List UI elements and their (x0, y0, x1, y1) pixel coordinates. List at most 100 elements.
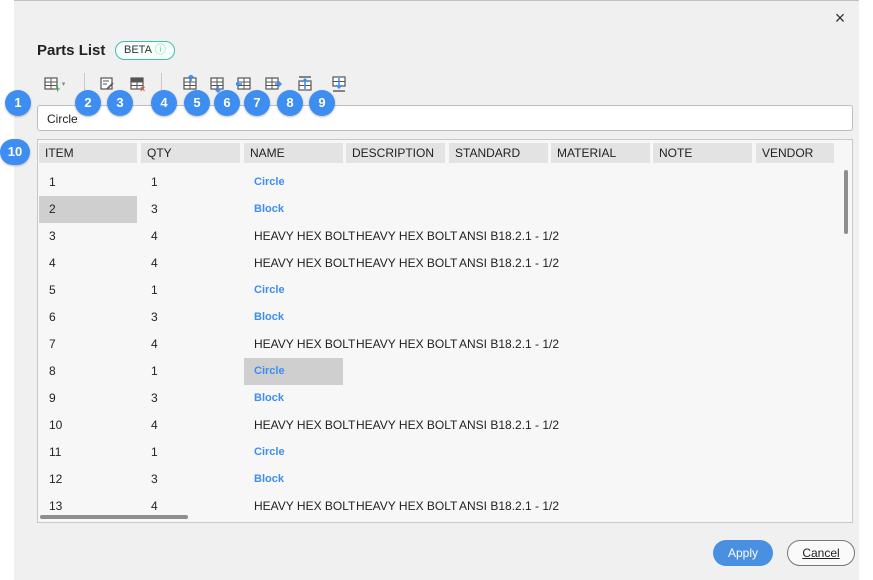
table-row[interactable]: 10 4 HEAVY HEX BOLT HEAVY HEX BOLT ANSI B18.… (38, 412, 838, 439)
cell-note[interactable] (653, 250, 752, 277)
cell-standard[interactable]: ANSI B18.2.1 - 1/2 (449, 412, 559, 439)
cell-material[interactable] (551, 304, 650, 331)
column-header-qty[interactable]: QTY (141, 143, 240, 163)
cell-material[interactable] (551, 412, 650, 439)
cell-vendor[interactable] (756, 331, 834, 358)
cell-description[interactable]: HEAVY HEX BOLT (346, 250, 457, 277)
cell-material[interactable] (551, 358, 650, 385)
cell-vendor[interactable] (756, 196, 834, 223)
cell-note[interactable] (653, 466, 752, 493)
cell-vendor[interactable] (756, 169, 834, 196)
cell-item[interactable]: 12 (39, 466, 137, 493)
cell-standard[interactable]: ANSI B18.2.1 - 1/2 (449, 331, 559, 358)
column-header-note[interactable]: NOTE (653, 143, 752, 163)
delete-table-button[interactable]: × (126, 73, 150, 95)
cell-material[interactable] (551, 277, 650, 304)
cell-note[interactable] (653, 358, 752, 385)
close-icon[interactable]: × (831, 9, 849, 27)
insert-table-button[interactable]: + ▾ (39, 73, 69, 95)
cell-item[interactable]: 1 (39, 169, 137, 196)
cell-note[interactable] (653, 196, 752, 223)
cell-standard[interactable] (449, 169, 548, 196)
cell-description[interactable] (346, 439, 445, 466)
cell-item[interactable]: 2 (39, 196, 137, 223)
cell-material[interactable] (551, 466, 650, 493)
cell-standard[interactable] (449, 466, 548, 493)
cell-qty[interactable]: 1 (141, 169, 240, 196)
cell-description[interactable] (346, 385, 445, 412)
cell-standard[interactable]: ANSI B18.2.1 - 1/2 (449, 250, 559, 277)
cell-vendor[interactable] (756, 358, 834, 385)
cell-note[interactable] (653, 412, 752, 439)
cell-material[interactable] (551, 439, 650, 466)
cell-qty[interactable]: 4 (141, 331, 240, 358)
cell-note[interactable] (653, 223, 752, 250)
cell-note[interactable] (653, 439, 752, 466)
horizontal-scroll-thumb[interactable] (40, 515, 188, 519)
cell-qty[interactable]: 1 (141, 277, 240, 304)
cell-description[interactable] (346, 304, 445, 331)
cell-qty[interactable]: 3 (141, 304, 240, 331)
cell-description[interactable] (346, 466, 445, 493)
cell-qty[interactable]: 3 (141, 466, 240, 493)
cell-qty[interactable]: 4 (141, 223, 240, 250)
table-row[interactable]: 2 3 Block (38, 196, 838, 223)
vertical-scroll-thumb[interactable] (844, 170, 848, 234)
column-header-description[interactable]: DESCRIPTION (346, 143, 445, 163)
table-row[interactable]: 1 1 Circle (38, 169, 838, 196)
cell-standard[interactable] (449, 304, 548, 331)
column-header-vendor[interactable]: VENDOR (756, 143, 834, 163)
cell-name[interactable]: HEAVY HEX BOLT (244, 331, 355, 358)
cell-description[interactable] (346, 277, 445, 304)
cell-name[interactable]: Block (244, 304, 343, 331)
cell-material[interactable] (551, 169, 650, 196)
cell-description[interactable]: HEAVY HEX BOLT (346, 223, 457, 250)
cell-item[interactable]: 4 (39, 250, 137, 277)
cell-standard[interactable] (449, 385, 548, 412)
cell-qty[interactable]: 3 (141, 196, 240, 223)
cell-item[interactable]: 6 (39, 304, 137, 331)
table-row[interactable]: 3 4 HEAVY HEX BOLT HEAVY HEX BOLT ANSI B18.2… (38, 223, 838, 250)
cell-name[interactable]: Circle (244, 358, 343, 385)
cell-name[interactable]: Block (244, 466, 343, 493)
cell-vendor[interactable] (756, 385, 834, 412)
cell-description[interactable] (346, 169, 445, 196)
cell-name[interactable]: HEAVY HEX BOLT (244, 412, 355, 439)
cell-note[interactable] (653, 331, 752, 358)
info-icon[interactable]: ⓘ (155, 44, 166, 56)
cell-vendor[interactable] (756, 412, 834, 439)
cell-standard[interactable] (449, 196, 548, 223)
cell-description[interactable] (346, 358, 445, 385)
table-row[interactable]: 5 1 Circle (38, 277, 838, 304)
cell-qty[interactable]: 3 (141, 385, 240, 412)
cell-note[interactable] (653, 277, 752, 304)
table-row[interactable]: 7 4 HEAVY HEX BOLT HEAVY HEX BOLT ANSI B18.2… (38, 331, 838, 358)
table-row[interactable]: 4 4 HEAVY HEX BOLT HEAVY HEX BOLT ANSI B18.2… (38, 250, 838, 277)
cell-vendor[interactable] (756, 223, 834, 250)
cell-standard[interactable]: ANSI B18.2.1 - 1/2 (449, 223, 559, 250)
table-row[interactable]: 6 3 Block (38, 304, 838, 331)
cell-vendor[interactable] (756, 466, 834, 493)
cell-standard[interactable] (449, 439, 548, 466)
cell-name[interactable]: Block (244, 385, 343, 412)
column-header-standard[interactable]: STANDARD (449, 143, 548, 163)
cell-name[interactable]: Circle (244, 439, 343, 466)
cell-note[interactable] (653, 304, 752, 331)
cell-note[interactable] (653, 385, 752, 412)
cell-description[interactable]: HEAVY HEX BOLT (346, 331, 457, 358)
vertical-scrollbar[interactable] (844, 168, 850, 518)
cancel-button[interactable]: Cancel (787, 540, 855, 566)
cell-vendor[interactable] (756, 250, 834, 277)
table-row[interactable]: 8 1 Circle (38, 358, 838, 385)
cell-item[interactable]: 11 (39, 439, 137, 466)
chevron-down-icon[interactable]: ▾ (62, 80, 66, 88)
cell-item[interactable]: 10 (39, 412, 137, 439)
cell-item[interactable]: 3 (39, 223, 137, 250)
cell-item[interactable]: 8 (39, 358, 137, 385)
cell-qty[interactable]: 1 (141, 439, 240, 466)
cell-item[interactable]: 5 (39, 277, 137, 304)
cell-item[interactable]: 9 (39, 385, 137, 412)
move-row-down-button[interactable] (328, 73, 352, 95)
cell-name[interactable]: HEAVY HEX BOLT (244, 250, 355, 277)
cell-qty[interactable]: 4 (141, 250, 240, 277)
